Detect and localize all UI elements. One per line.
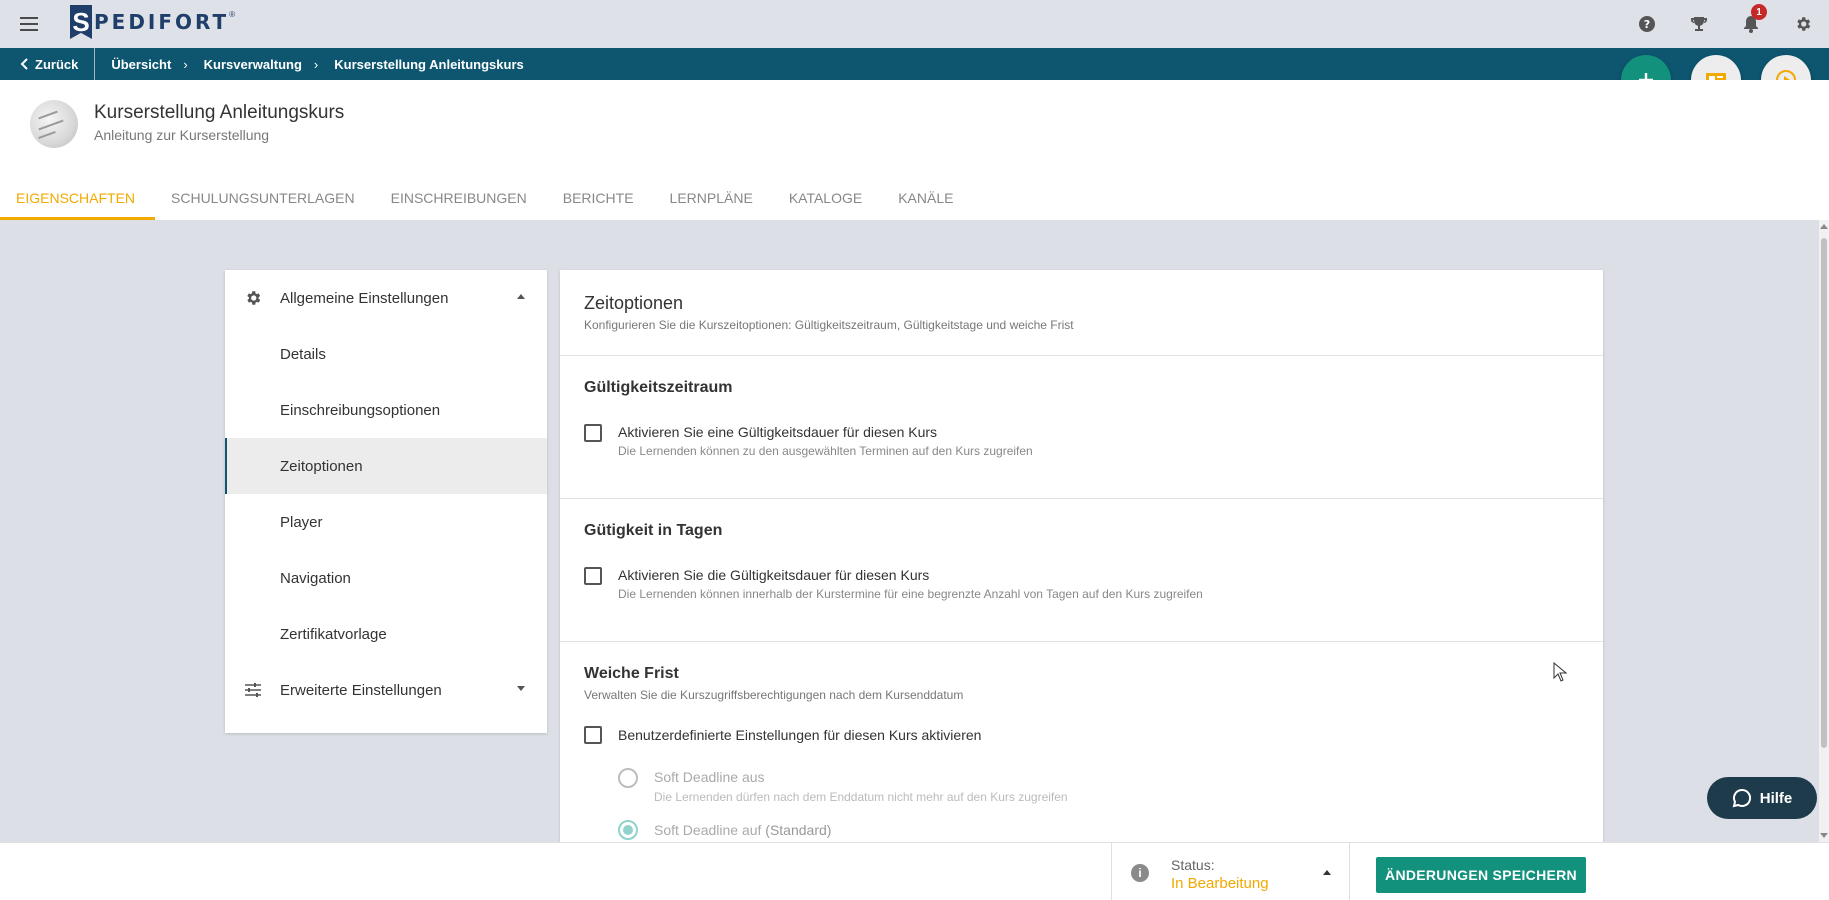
help-icon[interactable]: ? — [1621, 10, 1673, 38]
status-label: Status: — [1171, 857, 1215, 873]
breadcrumb-course-management[interactable]: Kursverwaltung — [188, 57, 302, 72]
validity-days-title: Gütigkeit in Tagen — [584, 522, 723, 539]
panel-description: Konfigurieren Sie die Kurszeitoptionen: … — [584, 318, 1074, 332]
validity-period-hint: Die Lernenden können zu den ausgewählten… — [618, 444, 1033, 458]
page-subtitle: Anleitung zur Kurserstellung — [94, 127, 270, 143]
time-options-panel: Zeitoptionen Konfigurieren Sie die Kursz… — [560, 270, 1603, 842]
trophy-icon[interactable] — [1673, 10, 1725, 38]
soft-deadline-on-label[interactable]: Soft Deadline auf (Standard) — [654, 822, 831, 838]
chat-bubble-icon — [1732, 788, 1751, 808]
validity-period-section: Gültigkeitszeitraum Aktivieren Sie eine … — [560, 356, 1603, 499]
validity-period-title: Gültigkeitszeitraum — [584, 379, 733, 396]
info-icon: i — [1131, 864, 1149, 882]
tab-lernplaene[interactable]: LERNPLÄNE — [654, 180, 773, 220]
logo-mark: S — [70, 5, 92, 39]
help-label: Hilfe — [1759, 789, 1793, 807]
save-changes-button[interactable]: ÄNDERUNGEN SPEICHERN — [1376, 857, 1586, 893]
tab-kanaele[interactable]: KANÄLE — [882, 180, 973, 220]
sidenav-item-navigation[interactable]: Navigation — [225, 550, 547, 606]
course-thumbnail — [30, 100, 78, 148]
page-title: Kurserstellung Anleitungskurs — [94, 102, 345, 123]
breadcrumb-current-course[interactable]: Kurserstellung Anleitungskurs — [318, 57, 524, 72]
caret-up-icon — [1323, 870, 1331, 875]
soft-deadline-custom-label[interactable]: Benutzerdefinierte Einstellungen für die… — [618, 727, 981, 743]
tab-einschreibungen[interactable]: EINSCHREIBUNGEN — [375, 180, 547, 220]
sidenav-general-settings[interactable]: Allgemeine Einstellungen — [225, 270, 547, 326]
sidenav-advanced-label: Erweiterte Einstellungen — [280, 681, 442, 699]
validity-period-checkbox-label[interactable]: Aktivieren Sie eine Gültigkeitsdauer für… — [618, 424, 937, 440]
tab-berichte[interactable]: BERICHTE — [547, 180, 654, 220]
scroll-up-arrow-icon[interactable] — [1820, 224, 1828, 229]
sidenav-general-label: Allgemeine Einstellungen — [280, 289, 449, 307]
soft-deadline-off-hint: Die Lernenden dürfen nach dem Enddatum n… — [654, 790, 1068, 804]
footer-bar: i Status: In Bearbeitung ÄNDERUNGEN SPEI… — [0, 842, 1829, 900]
logo-registered: ® — [229, 10, 236, 19]
panel-title: Zeitoptionen — [584, 293, 684, 313]
caret-up-icon — [517, 294, 525, 299]
sliders-icon — [225, 682, 280, 698]
mouse-cursor-icon — [1553, 662, 1567, 682]
soft-deadline-on-radio[interactable] — [618, 820, 638, 840]
soft-deadline-off-label[interactable]: Soft Deadline aus — [654, 769, 765, 785]
tab-eigenschaften[interactable]: EIGENSCHAFTEN — [0, 180, 156, 220]
scroll-down-arrow-icon[interactable] — [1820, 833, 1828, 838]
gear-icon[interactable] — [1777, 10, 1829, 38]
notification-badge: 1 — [1751, 4, 1767, 20]
breadcrumb-overview[interactable]: Übersicht — [95, 57, 171, 72]
caret-down-icon — [517, 686, 525, 691]
sidenav-item-zeitoptionen[interactable]: Zeitoptionen — [225, 438, 547, 494]
sidenav-item-player[interactable]: Player — [225, 494, 547, 550]
logo[interactable]: S PEDIFORT ® — [70, 4, 235, 40]
menu-icon[interactable] — [18, 13, 40, 35]
soft-deadline-custom-checkbox[interactable] — [584, 726, 602, 744]
validity-period-checkbox[interactable] — [584, 424, 602, 442]
validity-days-checkbox[interactable] — [584, 567, 602, 585]
svg-text:?: ? — [1644, 18, 1650, 31]
soft-deadline-description: Verwalten Sie die Kurszugriffsberechtigu… — [584, 688, 964, 702]
back-label: Zurück — [35, 56, 79, 72]
tab-schulungsunterlagen[interactable]: SCHULUNGSUNTERLAGEN — [155, 180, 375, 220]
soft-deadline-on-text: Soft Deadline auf — [654, 822, 762, 838]
breadcrumb-separator: › — [313, 56, 319, 72]
chevron-left-icon — [20, 58, 28, 70]
back-button[interactable]: Zurück — [0, 48, 96, 80]
soft-deadline-title: Weiche Frist — [584, 665, 679, 682]
soft-deadline-off-radio[interactable] — [618, 768, 638, 788]
status-value: In Bearbeitung — [1171, 875, 1269, 892]
validity-days-checkbox-label[interactable]: Aktivieren Sie die Gültigkeitsdauer für … — [618, 567, 929, 583]
gear-icon — [225, 289, 280, 307]
sidenav-item-details[interactable]: Details — [225, 326, 547, 382]
scrollbar-thumb[interactable] — [1821, 238, 1827, 748]
logo-text: PEDIFORT — [94, 10, 230, 34]
sidenav-advanced-settings[interactable]: Erweiterte Einstellungen — [225, 662, 547, 718]
panel-header: Zeitoptionen Konfigurieren Sie die Kursz… — [560, 270, 1603, 356]
course-header: Kurserstellung Anleitungskurs Anleitung … — [0, 80, 1829, 220]
sidenav-item-einschreibungsoptionen[interactable]: Einschreibungsoptionen — [225, 382, 547, 438]
sidenav-item-zertifikatvorlage[interactable]: Zertifikatvorlage — [225, 606, 547, 662]
soft-deadline-on-suffix: (Standard) — [765, 822, 832, 838]
top-bar: S PEDIFORT ® ? 1 — [0, 0, 1829, 48]
help-button[interactable]: Hilfe — [1707, 777, 1817, 819]
status-dropdown[interactable]: i Status: In Bearbeitung — [1111, 843, 1350, 900]
validity-days-section: Gütigkeit in Tagen Aktivieren Sie die Gü… — [560, 499, 1603, 642]
bell-icon[interactable]: 1 — [1725, 4, 1777, 38]
breadcrumb-separator: › — [183, 56, 188, 72]
soft-deadline-section: Weiche Frist Verwalten Sie die Kurszugri… — [560, 642, 1603, 842]
settings-sidenav: Allgemeine Einstellungen Details Einschr… — [225, 270, 547, 733]
breadcrumb: Zurück Übersicht › Kursverwaltung › Kurs… — [0, 48, 1829, 80]
validity-days-hint: Die Lernenden können innerhalb der Kurst… — [618, 587, 1203, 601]
tab-kataloge[interactable]: KATALOGE — [773, 180, 882, 220]
tab-bar: EIGENSCHAFTEN SCHULUNGSUNTERLAGEN EINSCH… — [0, 180, 973, 220]
